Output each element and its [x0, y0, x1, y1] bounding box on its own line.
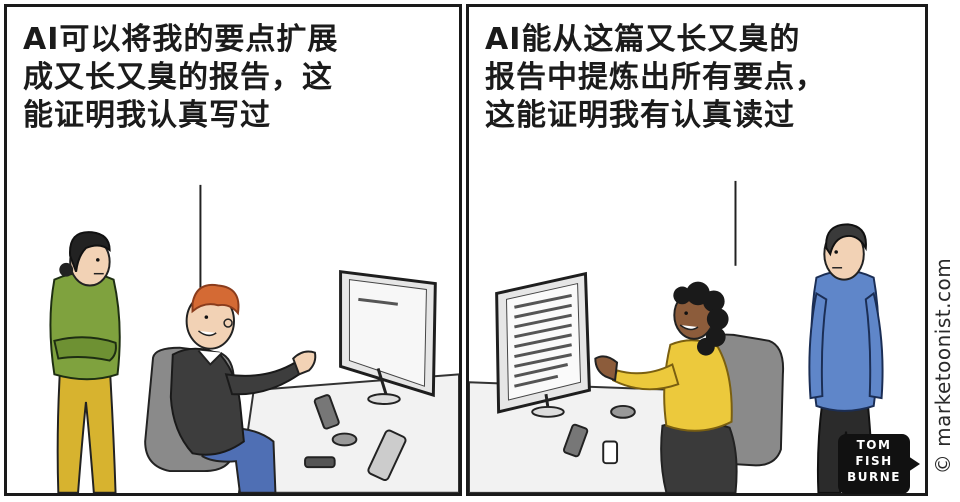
- site-credit: © marketoonist.com: [928, 235, 958, 497]
- author-signature-badge: TOM FISH BURNE: [838, 434, 920, 494]
- signature-line: TOM: [856, 438, 892, 452]
- signature-line: FISH: [855, 454, 893, 468]
- standing-woman: [49, 231, 121, 493]
- mouse: [331, 432, 358, 447]
- site-credit-text: © marketoonist.com: [931, 257, 955, 475]
- comic-panel-left: AI可以将我的要点扩展 成又长又臭的报告，这 能证明我认真写过: [4, 4, 462, 496]
- office-scene-left: [49, 184, 459, 493]
- comic-panel-right: AI能从这篇又长又臭的 报告中提炼出所有要点， 这能证明我有认真读过: [466, 4, 928, 496]
- stapler: [304, 456, 336, 469]
- coffee-cup: [602, 440, 619, 465]
- signature-line: BURNE: [847, 470, 901, 484]
- office-scene-right: [469, 180, 884, 493]
- mouse: [610, 404, 636, 419]
